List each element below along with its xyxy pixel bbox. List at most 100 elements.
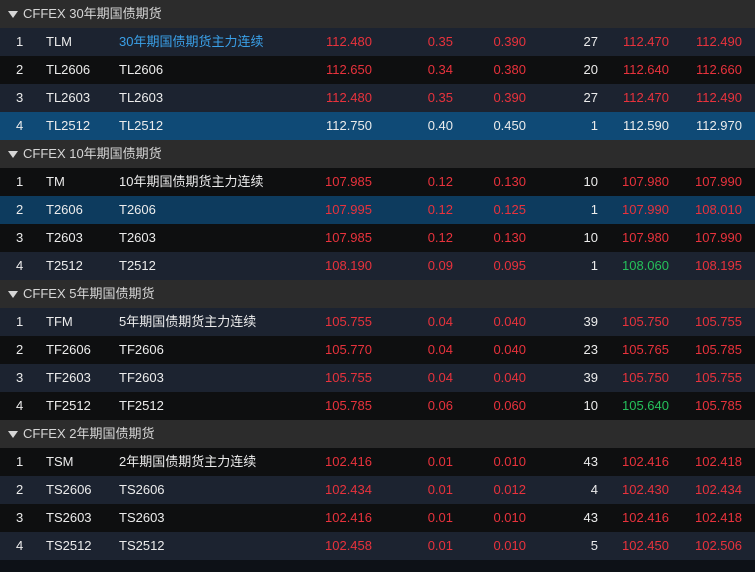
price-change: 0.04: [427, 370, 453, 385]
table-row[interactable]: 4 T2512 T2512 108.190 0.09 0.095 1 108.060 108.1…: [0, 252, 755, 280]
price-change: 0.04: [427, 314, 453, 329]
collapse-triangle-icon[interactable]: [8, 291, 18, 299]
group-header[interactable]: CFFEX 2年期国债期货: [0, 420, 755, 448]
row-index: 2: [16, 62, 24, 77]
table-row[interactable]: 4 TL2512 TL2512 112.750 0.40 0.450 1 112.590 112…: [0, 112, 755, 140]
table-row[interactable]: 1 TM 10年期国债期货主力连续 107.985 0.12 0.130 10 107.980…: [0, 168, 755, 196]
table-row[interactable]: 1 TSM 2年期国债期货主力连续 102.416 0.01 0.010 43 102.416…: [0, 448, 755, 476]
table-row[interactable]: 3 TL2603 TL2603 112.480 0.35 0.390 27 112.470 11…: [0, 84, 755, 112]
contract-name: TL2603: [119, 90, 164, 105]
row-index: 1: [16, 314, 24, 329]
last-price: 105.755: [325, 314, 372, 329]
ask-price: 112.490: [695, 90, 742, 105]
bid-price: 107.980: [622, 230, 669, 245]
ask-price: 112.660: [695, 62, 742, 77]
table-row[interactable]: 4 TS2512 TS2512 102.458 0.01 0.010 5 102.450 102…: [0, 532, 755, 560]
contract-name: TS2603: [119, 510, 165, 525]
contract-name: T2603: [119, 230, 156, 245]
volume: 27: [583, 34, 598, 49]
table-row[interactable]: 3 TF2603 TF2603 105.755 0.04 0.040 39 105.750 10…: [0, 364, 755, 392]
price-change: 0.01: [427, 510, 453, 525]
bid-price: 112.640: [622, 62, 669, 77]
contract-code: TF2512: [46, 398, 91, 413]
price-change: 0.01: [427, 454, 453, 469]
group-title: CFFEX 30年期国债期货: [23, 6, 162, 21]
bid-price: 112.470: [622, 90, 669, 105]
table-row[interactable]: 2 T2606 T2606 107.995 0.12 0.125 1 107.990 108.0…: [0, 196, 755, 224]
last-price: 107.985: [325, 230, 372, 245]
volume: 39: [583, 314, 598, 329]
collapse-triangle-icon[interactable]: [8, 11, 18, 19]
change-percent: 0.040: [493, 314, 526, 329]
contract-code: TM: [46, 174, 65, 189]
volume: 5: [590, 538, 598, 553]
contract-code: TS2603: [46, 510, 92, 525]
contract-name: TS2606: [119, 482, 165, 497]
group-header[interactable]: CFFEX 30年期国债期货: [0, 0, 755, 28]
last-price: 102.458: [325, 538, 372, 553]
price-change: 0.34: [427, 62, 453, 77]
row-index: 3: [16, 370, 24, 385]
contract-name: T2606: [119, 202, 156, 217]
ask-price: 107.990: [695, 174, 742, 189]
table-row[interactable]: 2 TS2606 TS2606 102.434 0.01 0.012 4 102.430 102…: [0, 476, 755, 504]
change-percent: 0.095: [493, 258, 526, 273]
row-index: 2: [16, 482, 24, 497]
table-row[interactable]: 1 TFM 5年期国债期货主力连续 105.755 0.04 0.040 39 105.750…: [0, 308, 755, 336]
table-row[interactable]: 3 T2603 T2603 107.985 0.12 0.130 10 107.980 107.…: [0, 224, 755, 252]
change-percent: 0.130: [493, 174, 526, 189]
table-row[interactable]: 3 TS2603 TS2603 102.416 0.01 0.010 43 102.416 10…: [0, 504, 755, 532]
contract-code: TFM: [46, 314, 73, 329]
bid-price: 102.416: [622, 510, 669, 525]
price-change: 0.06: [427, 398, 453, 413]
volume: 1: [590, 202, 598, 217]
ask-price: 102.506: [695, 538, 742, 553]
volume: 27: [583, 90, 598, 105]
table-row[interactable]: 2 TF2606 TF2606 105.770 0.04 0.040 23 105.765 10…: [0, 336, 755, 364]
row-index: 1: [16, 174, 24, 189]
contract-code: TF2603: [46, 370, 91, 385]
table-row[interactable]: 4 TF2512 TF2512 105.785 0.06 0.060 10 105.640 10…: [0, 392, 755, 420]
bid-price: 108.060: [622, 258, 669, 273]
change-percent: 0.125: [493, 202, 526, 217]
contract-name: TF2512: [119, 398, 164, 413]
contract-code: T2606: [46, 202, 83, 217]
group-title: CFFEX 5年期国债期货: [23, 286, 155, 301]
collapse-triangle-icon[interactable]: [8, 151, 18, 159]
last-price: 107.995: [325, 202, 372, 217]
change-percent: 0.390: [493, 34, 526, 49]
bid-price: 105.765: [622, 342, 669, 357]
ask-price: 102.434: [695, 482, 742, 497]
ask-price: 105.755: [695, 314, 742, 329]
ask-price: 102.418: [695, 510, 742, 525]
collapse-triangle-icon[interactable]: [8, 431, 18, 439]
ask-price: 112.970: [695, 118, 742, 133]
group-header[interactable]: CFFEX 10年期国债期货: [0, 140, 755, 168]
bid-price: 105.640: [622, 398, 669, 413]
volume: 10: [583, 398, 598, 413]
last-price: 112.480: [325, 34, 372, 49]
contract-name: TS2512: [119, 538, 165, 553]
row-index: 3: [16, 90, 24, 105]
row-index: 4: [16, 258, 24, 273]
quote-table: CFFEX 30年期国债期货 1 TLM 30年期国债期货主力连续 112.480 0.3…: [0, 0, 755, 572]
contract-name: TF2603: [119, 370, 164, 385]
last-price: 108.190: [325, 258, 372, 273]
price-change: 0.12: [427, 174, 453, 189]
contract-name: TL2512: [119, 118, 164, 133]
volume: 43: [583, 454, 598, 469]
price-change: 0.04: [427, 342, 453, 357]
ask-price: 102.418: [695, 454, 742, 469]
contract-code: T2603: [46, 230, 83, 245]
volume: 10: [583, 174, 598, 189]
table-row[interactable]: 2 TL2606 TL2606 112.650 0.34 0.380 20 112.640 11…: [0, 56, 755, 84]
table-row[interactable]: 1 TLM 30年期国债期货主力连续 112.480 0.35 0.390 27 112.47…: [0, 28, 755, 56]
row-index: 2: [16, 202, 24, 217]
contract-code: TS2606: [46, 482, 92, 497]
bid-price: 112.470: [622, 34, 669, 49]
price-change: 0.01: [427, 482, 453, 497]
volume: 39: [583, 370, 598, 385]
row-index: 4: [16, 118, 24, 133]
contract-name: 2年期国债期货主力连续: [119, 454, 257, 469]
group-header[interactable]: CFFEX 5年期国债期货: [0, 280, 755, 308]
